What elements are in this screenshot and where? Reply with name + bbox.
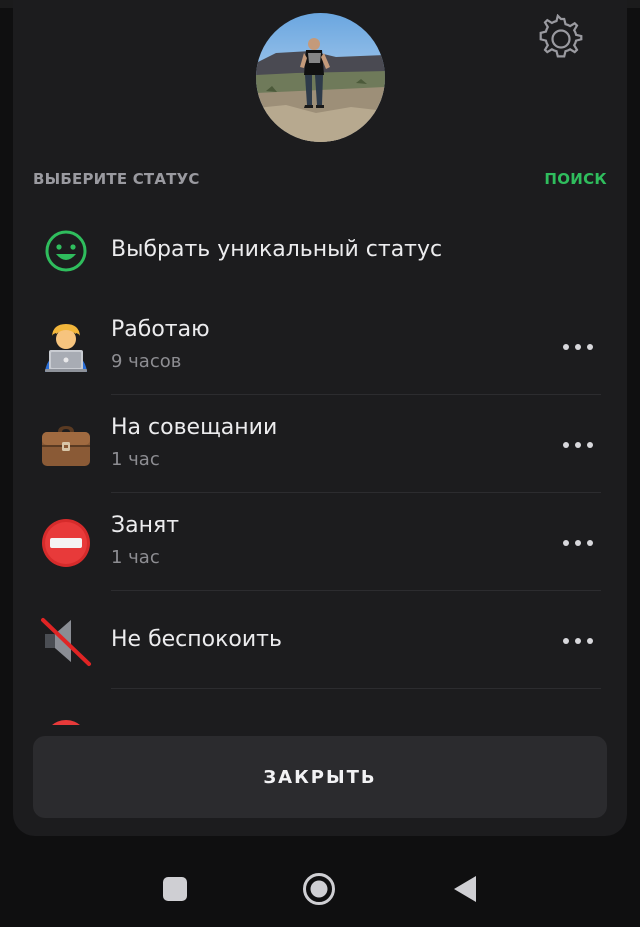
status-name: Занят: [111, 513, 180, 538]
avatar-photo: [256, 13, 385, 142]
status-name: Выбрать уникальный статус: [111, 237, 443, 262]
more-options-icon[interactable]: [561, 433, 595, 457]
home-circle-icon[interactable]: [302, 872, 336, 910]
status-icon-partial: [39, 715, 93, 725]
status-sheet: ВЫБЕРИТЕ СТАТУС ПОИСК Выбрать уникальный…: [13, 0, 627, 836]
muted-speaker-icon: [39, 614, 93, 668]
status-list: Выбрать уникальный статус Работаю 9 часо…: [13, 205, 627, 725]
status-item-meeting[interactable]: На совещании 1 час: [13, 397, 627, 493]
settings-gear-icon[interactable]: [536, 13, 586, 64]
technologist-icon: [39, 320, 93, 374]
status-item-do-not-disturb[interactable]: Не беспокоить: [13, 593, 627, 689]
status-duration: 1 час: [111, 449, 160, 470]
smiley-icon: [39, 224, 93, 278]
status-duration: 1 час: [111, 547, 160, 568]
divider: [111, 492, 601, 493]
more-options-icon[interactable]: [561, 629, 595, 653]
status-name: На совещании: [111, 415, 278, 440]
recent-apps-square-icon[interactable]: [162, 876, 188, 906]
more-options-icon[interactable]: [561, 335, 595, 359]
divider: [111, 394, 601, 395]
back-triangle-icon[interactable]: [452, 874, 478, 908]
more-options-icon[interactable]: [561, 531, 595, 555]
status-item-busy[interactable]: Занят 1 час: [13, 495, 627, 591]
status-item-working[interactable]: Работаю 9 часов: [13, 299, 627, 395]
status-item-custom[interactable]: Выбрать уникальный статус: [13, 205, 627, 301]
divider: [111, 688, 601, 689]
section-title: ВЫБЕРИТЕ СТАТУС: [33, 170, 200, 188]
avatar[interactable]: [256, 13, 385, 142]
status-item-partial[interactable]: [13, 691, 627, 725]
system-navigation-bar: [0, 846, 640, 927]
status-duration: 9 часов: [111, 351, 182, 372]
close-button[interactable]: ЗАКРЫТЬ: [33, 736, 607, 818]
briefcase-icon: [39, 418, 93, 472]
status-name: Работаю: [111, 317, 210, 342]
divider: [111, 590, 601, 591]
search-link[interactable]: ПОИСК: [544, 170, 607, 188]
no-entry-icon: [39, 516, 93, 570]
status-name: Не беспокоить: [111, 627, 282, 652]
